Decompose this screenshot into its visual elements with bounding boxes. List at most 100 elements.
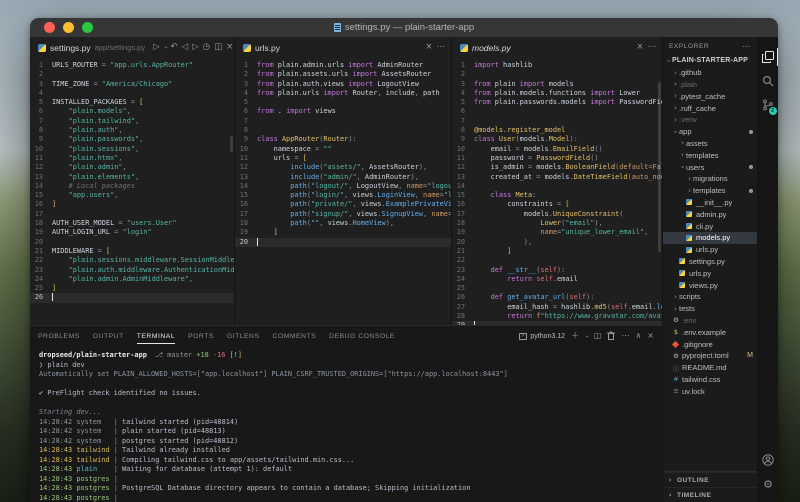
kill-terminal-icon[interactable] (607, 327, 615, 345)
tree-folder-assets[interactable]: ›assets (663, 138, 757, 150)
code-line[interactable]: 15 path("login/", views.LoginView, name=… (235, 191, 451, 200)
code-line[interactable]: 19AUTH_LOGIN_URL = "login" (30, 228, 234, 237)
code-line[interactable]: 23 def __str__(self): (452, 266, 662, 275)
tree-file-urls-py[interactable]: urls.py (663, 267, 757, 279)
minimize-window-button[interactable] (63, 22, 74, 33)
code-line[interactable]: 15 "app.users", (30, 191, 234, 200)
prev-change-icon[interactable]: ◁ (182, 43, 189, 52)
tree-file-settings-py[interactable]: settings.py (663, 256, 757, 268)
code-line[interactable]: 13 created_at = models.DateTimeField(aut… (452, 173, 662, 182)
split-terminal-icon[interactable]: ◫ (594, 332, 602, 340)
tree-file-tailwind-css[interactable]: #tailwind.css (663, 374, 757, 386)
tree-file--gitignore[interactable]: .gitignore (663, 338, 757, 350)
tree-folder-templates[interactable]: ›templates (663, 149, 757, 161)
code-line[interactable]: 13 include("admin/", AdminRouter), (235, 173, 451, 182)
code-line[interactable]: 1from plain.admin.urls import AdminRoute… (235, 61, 451, 70)
tree-folder-tests[interactable]: ›tests (663, 303, 757, 315)
run-dropdown-icon[interactable]: › (162, 46, 169, 49)
code-line[interactable]: 21 ] (452, 247, 662, 256)
tree-folder--pytest-cache[interactable]: ›.pytest_cache (663, 90, 757, 102)
panel-tab-terminal[interactable]: TERMINAL (137, 329, 175, 344)
close-icon[interactable]: × (226, 43, 233, 52)
code-line[interactable]: 11 urls = [ (235, 154, 451, 163)
code-line[interactable]: 9class AppRouter(Router): (235, 135, 451, 144)
code-line[interactable]: 17 models.UniqueConstraint( (452, 210, 662, 219)
code-line[interactable]: 21MIDDLEWARE = [ (30, 247, 234, 256)
code-line[interactable]: 3from plain.auth.views import LogoutView (235, 80, 451, 89)
code-line[interactable]: 2 (452, 70, 662, 79)
source-control-icon[interactable]: 2 (758, 93, 779, 117)
close-window-button[interactable] (44, 22, 55, 33)
panel-tab-problems[interactable]: PROBLEMS (38, 329, 80, 343)
panel-tab-gitlens[interactable]: GITLENS (227, 329, 260, 343)
outline-section[interactable]: ›OUTLINE (663, 472, 757, 487)
code-line[interactable]: 23 "plain.auth.middleware.Authentication… (30, 266, 234, 275)
code-line[interactable]: 10 namespace = "" (235, 145, 451, 154)
code-line[interactable]: 18AUTH_USER_MODEL = "users.User" (30, 219, 234, 228)
code-line[interactable]: 2from plain.assets.urls import AssetsRou… (235, 70, 451, 79)
panel-tab-output[interactable]: OUTPUT (93, 329, 124, 343)
tree-file-models-py[interactable]: models.py (663, 232, 757, 244)
code-line[interactable]: 7 (452, 117, 662, 126)
tree-file--init-py[interactable]: __init__.py (663, 197, 757, 209)
panel-tab-ports[interactable]: PORTS (188, 329, 214, 343)
code-line[interactable]: 26 (30, 293, 234, 302)
timeline-section[interactable]: ›TIMELINE (663, 487, 757, 502)
code-line[interactable]: 14 # Local packages (30, 182, 234, 191)
code-line[interactable]: 5from plain.passwords.models import Pass… (452, 98, 662, 107)
tree-root[interactable]: ›PLAIN-STARTER-APP (663, 55, 757, 67)
code-line[interactable]: 4from plain.models.functions import Lowe… (452, 89, 662, 98)
tab-settings[interactable]: settings.pyapp/settings.py▷›↶◁▷◷◫×⋯ (30, 37, 234, 58)
code-line[interactable]: 22 (452, 256, 662, 265)
code-line[interactable]: 1URLS_ROUTER = "app.urls.AppRouter" (30, 61, 234, 70)
tree-folder--plain[interactable]: ›.plain (663, 79, 757, 91)
panel-tab-debug-console[interactable]: DEBUG CONSOLE (329, 329, 395, 343)
tree-file-readme-md[interactable]: ⓘREADME.md (663, 362, 757, 374)
account-icon[interactable] (758, 448, 779, 472)
code-line[interactable]: 4from plain.urls import Router, include,… (235, 89, 451, 98)
code-line[interactable]: 6 "plain.models", (30, 107, 234, 116)
tree-folder-migrations[interactable]: ›migrations (663, 173, 757, 185)
code-line[interactable]: 25 (452, 284, 662, 293)
code-line[interactable]: 29 (452, 321, 662, 325)
code-line[interactable]: 6from . import views (235, 107, 451, 116)
code-line[interactable]: 3TIME_ZONE = "America/Chicago" (30, 80, 234, 89)
code-line[interactable]: 20 (235, 238, 451, 247)
explorer-view-icon[interactable] (758, 45, 779, 69)
code-line[interactable]: 12 include("assets/", AssetsRouter), (235, 163, 451, 172)
explorer-more-icon[interactable]: ⋯ (742, 42, 751, 51)
tree-file-uv-lock[interactable]: ≡uv.lock (663, 385, 757, 397)
code-line[interactable]: 7 (235, 117, 451, 126)
close-icon[interactable]: × (425, 43, 432, 52)
code-line[interactable]: 12 "plain.admin", (30, 163, 234, 172)
tree-folder-scripts[interactable]: ›scripts (663, 291, 757, 303)
code-line[interactable]: 9 "plain.passwords", (30, 135, 234, 144)
terminal-output[interactable]: dropseed/plain-starter-app ⎇ master +18 … (30, 346, 662, 502)
new-terminal-icon[interactable]: ＋ (571, 332, 579, 340)
code-line[interactable]: 11 "plain.htmx", (30, 154, 234, 163)
code-line[interactable]: 5 (235, 98, 451, 107)
tree-file-urls-py[interactable]: urls.py (663, 244, 757, 256)
code-area-urls[interactable]: 1from plain.admin.urls import AdminRoute… (235, 58, 451, 325)
code-line[interactable]: 8 (235, 126, 451, 135)
code-line[interactable]: 17 path("signup/", views.SignupView, nam… (235, 210, 451, 219)
tree-folder-app[interactable]: ›app (663, 126, 757, 138)
scrollbar-thumb[interactable] (658, 82, 661, 252)
code-line[interactable]: 19 name="unique_lower_email", (452, 228, 662, 237)
tree-file-views-py[interactable]: views.py (663, 279, 757, 291)
zoom-window-button[interactable] (82, 22, 93, 33)
run-button[interactable]: ▷ (153, 43, 160, 52)
code-line[interactable]: 26 def get_avatar_url(self): (452, 293, 662, 302)
scrollbar-thumb[interactable] (230, 136, 233, 152)
code-line[interactable]: 18 path("", views.HomeView), (235, 219, 451, 228)
close-panel-icon[interactable]: × (647, 332, 654, 340)
terminal-dropdown-icon[interactable]: › (583, 335, 590, 338)
code-line[interactable]: 20 (30, 238, 234, 247)
code-line[interactable]: 10 email = models.EmailField() (452, 145, 662, 154)
tree-folder-users[interactable]: ›users (663, 161, 757, 173)
code-line[interactable]: 2 (30, 70, 234, 79)
code-line[interactable]: 14 (452, 182, 662, 191)
code-line[interactable]: 9class User(models.Model): (452, 135, 662, 144)
code-line[interactable]: 16] (30, 200, 234, 209)
code-line[interactable]: 28 return f"https://www.gravatar.com/ava… (452, 312, 662, 321)
